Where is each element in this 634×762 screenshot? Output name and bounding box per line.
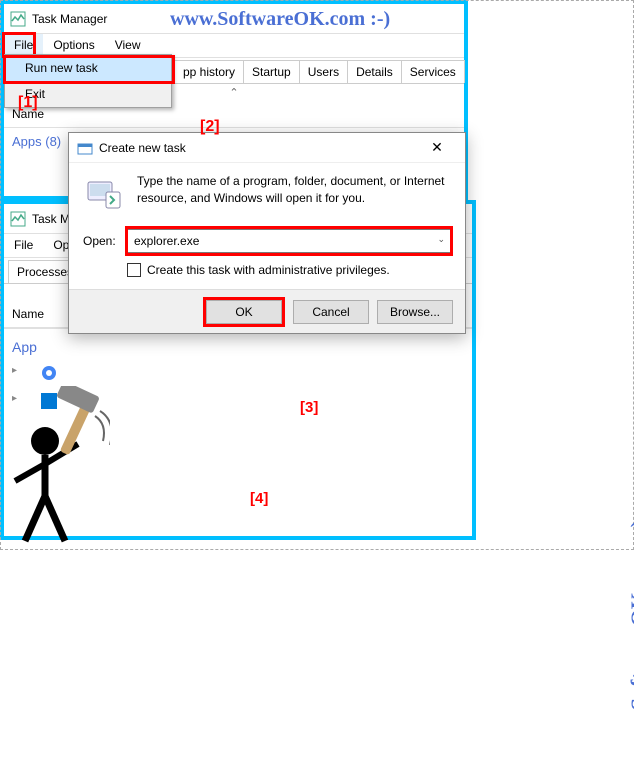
dialog-button-row: OK Cancel Browse... [69,289,465,333]
menu-file[interactable]: File [4,234,43,257]
window-title: Task Manager [32,12,107,26]
dropdown-arrow-icon[interactable]: ⌄ [437,234,445,245]
annotation-4: [4] [250,490,268,507]
tab-startup[interactable]: Startup [243,60,300,83]
app-icons-row: ▸ [4,359,472,387]
ok-button[interactable]: OK [206,300,282,324]
menu-run-new-task[interactable]: Run new task [5,55,171,81]
hammer-figure-icon [0,386,110,546]
tab-details[interactable]: Details [347,60,402,83]
annotation-1: [1] [18,94,38,112]
apps-group-row[interactable]: App [4,335,472,359]
chrome-icon[interactable] [41,365,57,381]
run-dialog-icon [77,140,93,156]
dialog-title: Create new task [99,141,186,155]
watermark-text: www.SoftwareOK.com :-) [170,8,390,31]
open-label: Open: [83,234,119,248]
chevron-right-icon[interactable]: ▸ [12,365,17,381]
admin-checkbox[interactable] [127,263,141,277]
task-manager-icon [10,11,26,27]
run-program-icon [83,173,125,215]
close-button[interactable]: ✕ [417,139,457,156]
highlight-box-4: OK [203,297,285,327]
watermark-vertical: www.SoftwareOK.com :-) [626,520,634,762]
tab-users[interactable]: Users [299,60,348,83]
tab-services[interactable]: Services [401,60,465,83]
tab-app-history[interactable]: pp history [174,60,244,83]
annotation-3: [3] [300,399,318,416]
cancel-button[interactable]: Cancel [293,300,369,324]
admin-checkbox-label: Create this task with administrative pri… [147,263,390,277]
dialog-titlebar: Create new task ✕ [69,133,465,163]
create-new-task-dialog: Create new task ✕ Type the name of a pro… [68,132,466,334]
task-manager-icon [10,211,26,227]
annotation-2: [2] [200,118,220,136]
browse-button[interactable]: Browse... [377,300,453,324]
dialog-description: Type the name of a program, folder, docu… [137,173,451,207]
open-input[interactable] [127,229,451,253]
